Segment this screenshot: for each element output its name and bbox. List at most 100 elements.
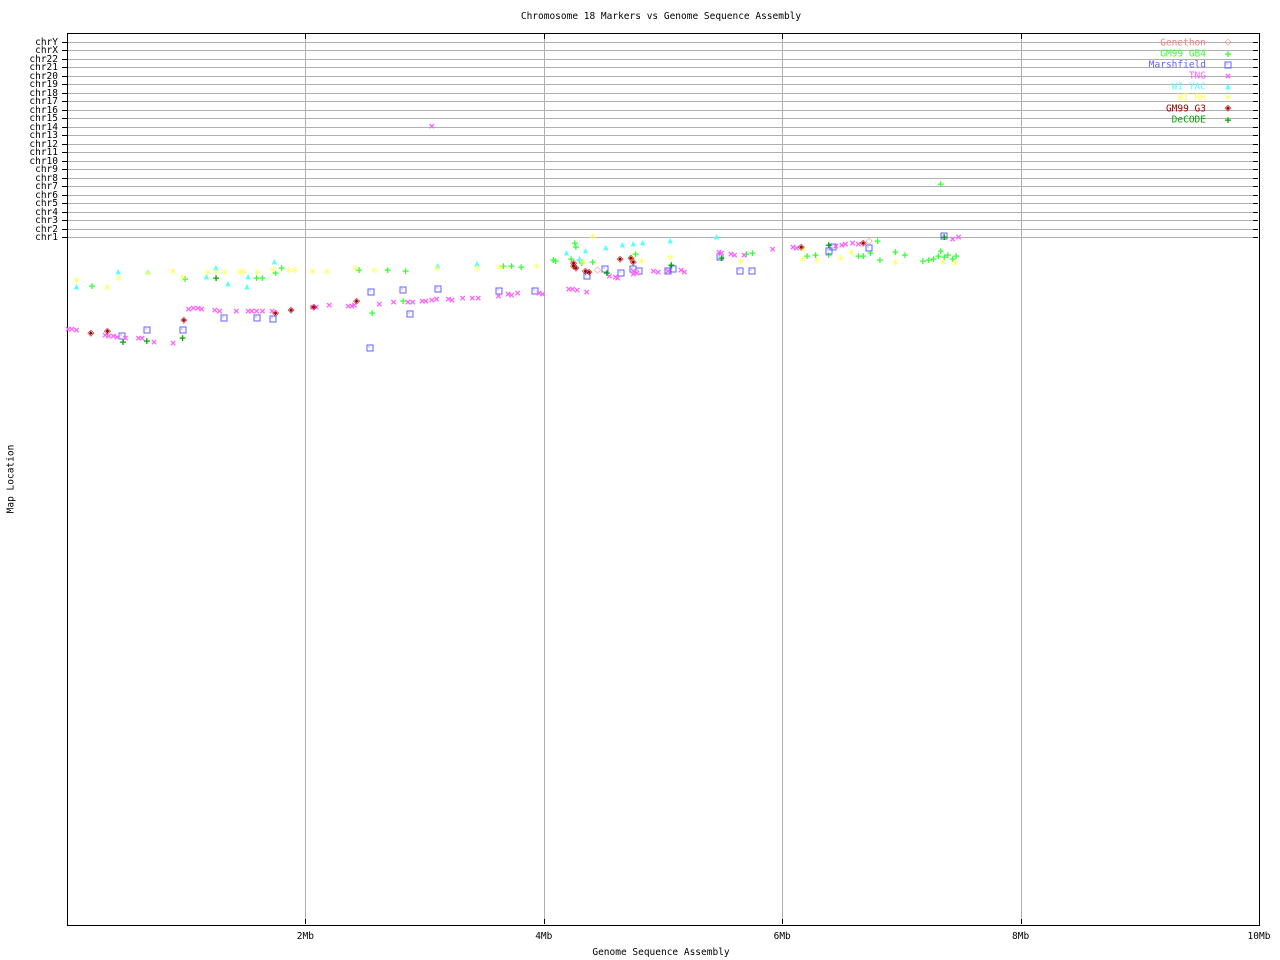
marker-tng: × bbox=[259, 304, 266, 318]
marker-wi-rh: * bbox=[168, 266, 178, 283]
left-tick-chr8 bbox=[62, 177, 67, 179]
right-tick-chr12 bbox=[1253, 143, 1258, 145]
marker-marshfield bbox=[399, 286, 407, 294]
marker-tng: × bbox=[495, 289, 502, 303]
marker-wi-rh: * bbox=[322, 266, 332, 283]
grid-line-chr18 bbox=[68, 92, 1258, 94]
marker-tng: × bbox=[390, 295, 397, 309]
marker-marshfield bbox=[748, 267, 756, 275]
marker-tng: × bbox=[654, 265, 662, 279]
marker-decode: + bbox=[143, 334, 151, 348]
marker-wi-rh: * bbox=[736, 256, 745, 273]
right-tick-chr2 bbox=[1253, 228, 1258, 230]
top-tick-4mb bbox=[543, 34, 545, 39]
marker-gm99-gb4: + bbox=[589, 255, 596, 269]
left-tick-chr10 bbox=[62, 160, 67, 162]
bottom-tick-8mb bbox=[1020, 919, 1022, 924]
marker-wi-rh: * bbox=[308, 266, 317, 283]
left-tick-chr5 bbox=[62, 203, 67, 204]
marker-gm99-gb4: + bbox=[892, 245, 899, 259]
marker-gm99-gb4: + bbox=[937, 177, 945, 191]
x-tick-label-10Mb: 10Mb bbox=[1247, 931, 1271, 942]
right-tick-chr1 bbox=[1253, 237, 1258, 238]
left-tick-chr4 bbox=[62, 211, 67, 213]
marker-gm99-g3: ◈ bbox=[310, 302, 318, 313]
marker-gm99-gb4: + bbox=[874, 234, 881, 248]
marker-decode: + bbox=[179, 331, 186, 345]
grid-line-2mb bbox=[305, 34, 307, 924]
marker-gm99-g3: ◈ bbox=[859, 238, 867, 249]
marker-gm99-gb4: + bbox=[88, 279, 96, 293]
left-tick-chr7 bbox=[62, 186, 67, 187]
y-tick-label-chr1: chr1 bbox=[35, 232, 58, 243]
marker-gm99-gb4: + bbox=[368, 306, 376, 320]
grid-line-chr12 bbox=[68, 143, 1258, 145]
marker-wi-rh: * bbox=[891, 257, 900, 274]
grid-line-chr8 bbox=[68, 177, 1258, 179]
marker-gm99-g3: ◈ bbox=[272, 308, 280, 319]
top-tick-2mb bbox=[305, 34, 307, 39]
right-tick-chr22 bbox=[1253, 58, 1258, 60]
grid-line-chr3 bbox=[68, 220, 1258, 221]
right-tick-chr7 bbox=[1253, 186, 1258, 187]
marker-wi-yac: ▲ bbox=[603, 243, 609, 252]
marker-wi-rh: * bbox=[268, 264, 278, 281]
grid-line-chr6 bbox=[68, 194, 1258, 196]
x-tick-label-2Mb: 2Mb bbox=[296, 931, 314, 942]
marker-decode: + bbox=[940, 230, 948, 244]
marker-tng: × bbox=[514, 286, 521, 300]
grid-line-chr14 bbox=[68, 126, 1258, 128]
x-tick-label-6Mb: 6Mb bbox=[773, 931, 791, 942]
right-tick-chr3 bbox=[1253, 220, 1258, 221]
marker-wi-yac: ▲ bbox=[244, 282, 250, 291]
left-tick-chr22 bbox=[62, 58, 67, 60]
right-tick-chr6 bbox=[1253, 194, 1258, 196]
marker-gm99-g3: ◈ bbox=[572, 263, 580, 274]
right-tick-chr4 bbox=[1253, 211, 1258, 213]
grid-line-chr4 bbox=[68, 211, 1258, 213]
marker-gm99-g3: ◈ bbox=[616, 254, 624, 265]
left-tick-chr18 bbox=[62, 92, 67, 94]
marker-tng: × bbox=[583, 285, 591, 299]
marker-gm99-gb4: + bbox=[572, 240, 580, 254]
grid-line-chr7 bbox=[68, 186, 1258, 187]
marker-wi-rh: * bbox=[290, 265, 299, 282]
marker-marshfield bbox=[434, 285, 442, 293]
grid-line-chr22 bbox=[68, 58, 1258, 60]
marker-tng: × bbox=[216, 304, 223, 318]
left-tick-chr16 bbox=[62, 109, 67, 111]
marker-wi-rh: * bbox=[351, 263, 360, 280]
x-tick-label-8Mb: 8Mb bbox=[1012, 931, 1030, 942]
marker-tng: × bbox=[474, 291, 482, 305]
grid-line-chrY bbox=[68, 41, 1258, 43]
marker-wi-rh: * bbox=[950, 258, 960, 275]
marker-wi-rh: * bbox=[637, 256, 646, 273]
marker-tng: × bbox=[573, 283, 581, 297]
grid-line-chr11 bbox=[68, 152, 1258, 153]
marker-wi-yac: ▲ bbox=[582, 246, 589, 255]
marker-gm99-g3: ◈ bbox=[287, 305, 295, 316]
marker-tng: × bbox=[428, 119, 436, 133]
grid-line-chr9 bbox=[68, 169, 1258, 170]
left-tick-chr3 bbox=[62, 220, 67, 221]
grid-line-chr20 bbox=[68, 75, 1258, 77]
grid-line-chr2 bbox=[68, 228, 1258, 230]
left-tick-chr19 bbox=[62, 84, 67, 85]
left-tick-chr2 bbox=[62, 228, 67, 230]
marker-tng: × bbox=[681, 265, 688, 279]
grid-line-chr13 bbox=[68, 135, 1258, 136]
marker-wi-rh: * bbox=[847, 247, 856, 264]
x-tick-label-4Mb: 4Mb bbox=[535, 931, 553, 942]
marker-gm99-g3: ◈ bbox=[180, 315, 188, 326]
marker-tng: × bbox=[409, 295, 416, 309]
bottom-tick-4mb bbox=[543, 919, 545, 924]
marker-gm99-g3: ◈ bbox=[87, 328, 95, 339]
left-tick-chr21 bbox=[62, 67, 67, 68]
marker-wi-rh: * bbox=[836, 253, 845, 270]
marker-wi-rh: * bbox=[72, 275, 81, 292]
left-tick-chr1 bbox=[62, 237, 67, 238]
marker-gm99-gb4: + bbox=[876, 253, 884, 267]
marker-wi-yac: ▲ bbox=[563, 248, 570, 257]
marker-tng: × bbox=[459, 291, 467, 305]
marker-wi-rh: * bbox=[532, 261, 541, 278]
